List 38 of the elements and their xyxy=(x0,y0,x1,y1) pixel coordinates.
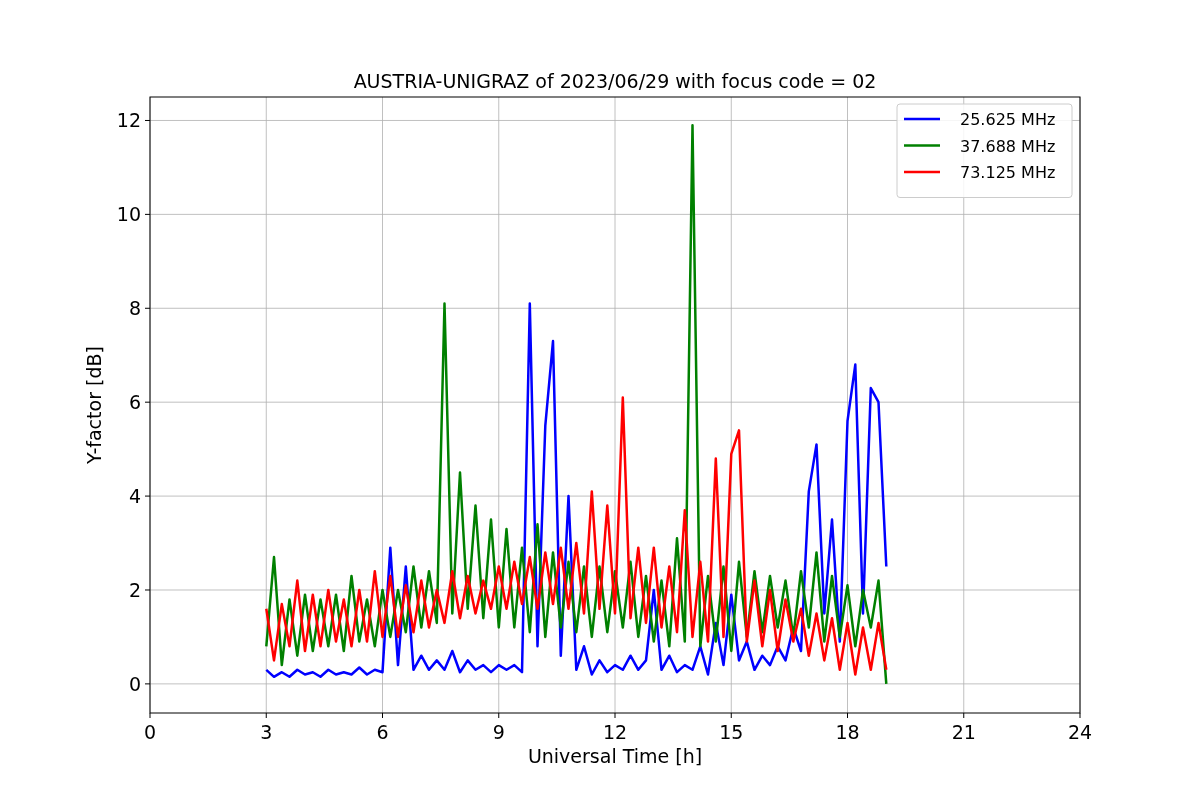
tick-mark xyxy=(498,712,500,719)
tick-mark xyxy=(847,712,848,719)
tick-mark xyxy=(382,712,383,719)
tick-label: 0 xyxy=(128,672,141,695)
tick-mark xyxy=(144,683,151,685)
legend-label: 73.125 MHz xyxy=(960,163,1056,182)
tick-label: 2 xyxy=(128,579,141,601)
tick-label: 12 xyxy=(116,109,141,132)
tick-mark xyxy=(144,401,151,403)
tick-mark xyxy=(963,712,965,719)
tick-mark xyxy=(144,307,151,309)
tick-label: 6 xyxy=(376,721,389,743)
tick-mark xyxy=(144,213,151,215)
tick-mark xyxy=(265,712,267,719)
tick-label: 15 xyxy=(719,721,744,743)
legend-label: 37.688 MHz xyxy=(960,136,1056,156)
tick-label: 9 xyxy=(492,721,505,743)
tick-label: 18 xyxy=(835,721,860,743)
tick-label: 12 xyxy=(602,721,628,743)
tick-mark xyxy=(730,712,732,719)
tick-label: 4 xyxy=(128,485,141,508)
tick-label: 24 xyxy=(1067,721,1093,743)
tick-label: 8 xyxy=(128,297,141,320)
y-axis-label: Y-factor [dB] xyxy=(83,346,105,464)
tick-mark xyxy=(144,495,151,497)
tick-mark xyxy=(614,712,616,719)
tick-mark xyxy=(149,712,151,719)
tick-label: 3 xyxy=(260,721,273,743)
tick-label: 21 xyxy=(951,721,976,743)
chart-title: AUSTRIA-UNIGRAZ of 2023/06/29 with focus code = 02 xyxy=(353,70,877,92)
tick-mark xyxy=(1079,712,1081,719)
x-axis-label: Universal Time [h] xyxy=(527,745,703,767)
tick-label: 0 xyxy=(143,721,157,743)
tick-label: 10 xyxy=(116,203,141,226)
tick-label: 6 xyxy=(128,391,141,414)
tick-mark xyxy=(144,120,151,121)
tick-mark xyxy=(144,589,151,591)
legend-label: 25.625 MHz xyxy=(960,110,1056,129)
